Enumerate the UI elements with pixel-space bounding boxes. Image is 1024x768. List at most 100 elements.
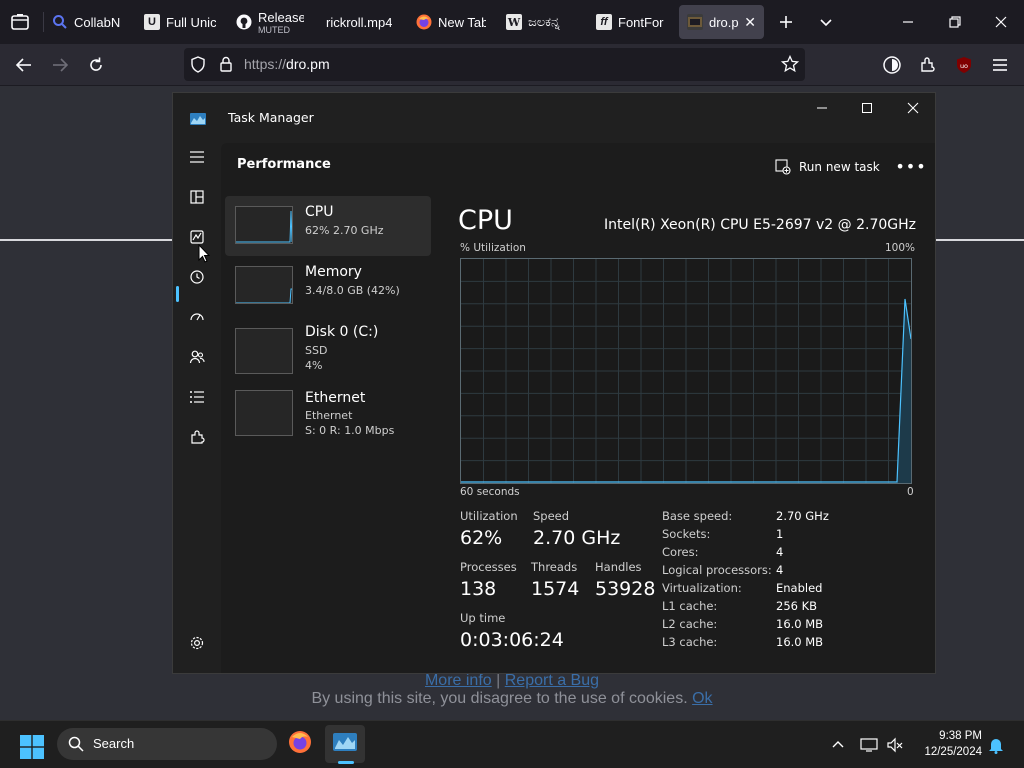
spec-label: Sockets:: [662, 527, 711, 541]
spec-value: 16.0 MB: [776, 617, 824, 631]
settings-gear-icon[interactable]: [183, 629, 211, 657]
windows-start-icon[interactable]: [20, 735, 44, 759]
search-placeholder: Search: [93, 736, 135, 751]
uptime-label: Up time: [460, 611, 506, 625]
tab-dro-active[interactable]: dro.p ✕: [679, 5, 764, 39]
extensions-icon[interactable]: [914, 52, 942, 78]
startup-apps-icon[interactable]: [183, 303, 211, 331]
memory-mini-graph: [235, 266, 293, 304]
utilization-value: 62%: [460, 527, 503, 549]
lock-icon[interactable]: [219, 56, 233, 76]
tab-wikipedia[interactable]: W ಜಲಕನ್ನ: [506, 5, 574, 39]
cpu-graph-svg: [461, 259, 912, 483]
reload-icon[interactable]: [82, 52, 110, 78]
more-info-link[interactable]: More info: [425, 672, 492, 689]
tab-release[interactable]: Release MUTED: [236, 5, 304, 39]
windows-taskbar: Search 9:38 PM 12/25/2024: [0, 720, 1024, 768]
collab-search-icon: [52, 14, 68, 30]
resource-sub: 62% 2.70 GHz: [305, 224, 384, 237]
resource-cpu[interactable]: CPU 62% 2.70 GHz: [225, 196, 431, 256]
more-options-icon[interactable]: •••: [895, 155, 925, 177]
shield-icon[interactable]: [190, 56, 206, 77]
sync-icon[interactable]: [878, 52, 906, 78]
tm-content-pane: Performance Run new task ••• CPU 62% 2.7…: [221, 143, 935, 673]
minimize-icon[interactable]: [894, 8, 922, 36]
cookie-ok-link[interactable]: Ok: [692, 690, 712, 707]
forward-icon[interactable]: [46, 52, 74, 78]
back-icon[interactable]: [10, 52, 38, 78]
firefox-icon: [288, 730, 312, 758]
ethernet-mini-graph: [235, 390, 293, 436]
report-bug-link[interactable]: Report a Bug: [505, 672, 599, 689]
url-bar[interactable]: https://dro.pm: [184, 48, 805, 81]
tm-minimize-icon[interactable]: [802, 97, 842, 119]
volume-muted-icon[interactable]: [885, 735, 905, 755]
tab-label: ಜಲಕನ್ನ: [528, 14, 560, 29]
tm-nav-rail: [173, 143, 221, 673]
system-clock[interactable]: 9:38 PM 12/25/2024: [910, 728, 982, 760]
resource-disk[interactable]: Disk 0 (C:) SSD 4%: [225, 316, 431, 380]
cpu-utilization-graph: [460, 258, 912, 484]
ublock-icon[interactable]: uo: [950, 52, 978, 78]
resource-memory[interactable]: Memory 3.4/8.0 GB (42%): [225, 256, 431, 316]
taskbar-firefox[interactable]: [280, 725, 320, 763]
task-manager-window: Task Manager Performance Run new task ••…: [172, 92, 936, 674]
tm-close-icon[interactable]: [893, 97, 933, 119]
tab-collab[interactable]: CollabN: [52, 5, 128, 39]
tray-chevron-up-icon[interactable]: [828, 735, 848, 755]
spec-value: 256 KB: [776, 599, 818, 613]
new-tab-icon[interactable]: [772, 8, 800, 36]
github-icon: [236, 14, 252, 30]
disk-mini-graph: [235, 328, 293, 374]
notification-bell-icon[interactable]: [986, 735, 1006, 755]
services-puzzle-icon[interactable]: [183, 423, 211, 451]
resource-sub: Ethernet: [305, 409, 353, 422]
tab-label: dro.p: [709, 14, 739, 30]
taskbar-search[interactable]: Search: [57, 728, 277, 760]
tab-rickroll[interactable]: rickroll.mp4: [326, 5, 402, 39]
tab-label: Full Unic: [166, 14, 216, 30]
resource-sub: SSD: [305, 344, 328, 357]
task-manager-title: Task Manager: [228, 110, 314, 125]
tab-list-icon[interactable]: [8, 11, 32, 33]
details-list-icon[interactable]: [183, 383, 211, 411]
url-text[interactable]: https://dro.pm: [244, 56, 330, 72]
task-manager-app-icon: [190, 110, 206, 129]
taskbar-task-manager[interactable]: [325, 725, 365, 763]
spec-value: 2.70 GHz: [776, 509, 829, 523]
resource-ethernet[interactable]: Ethernet Ethernet S: 0 R: 1.0 Mbps: [225, 380, 431, 444]
window-close-icon[interactable]: [987, 8, 1015, 36]
run-task-label: Run new task: [799, 160, 880, 174]
firefox-icon: [416, 14, 432, 30]
browser-tab-bar: CollabN U Full Unic Release MUTED rickrol…: [0, 0, 1024, 44]
run-new-task-button[interactable]: Run new task: [775, 156, 880, 178]
processes-label: Processes: [460, 560, 517, 574]
tab-fontforge[interactable]: ff FontFor: [596, 5, 664, 39]
hamburger-icon[interactable]: [183, 143, 211, 171]
svg-text:uo: uo: [960, 62, 968, 70]
spec-value: 16.0 MB: [776, 635, 824, 649]
tab-list-chevron-icon[interactable]: [812, 8, 840, 36]
restore-icon[interactable]: [941, 8, 969, 36]
tab-new-tab[interactable]: New Tab: [416, 5, 486, 39]
graph-y-label: % Utilization: [460, 242, 526, 254]
spec-label: Cores:: [662, 545, 699, 559]
menu-hamburger-icon[interactable]: [986, 52, 1014, 78]
spec-label: L1 cache:: [662, 599, 718, 613]
tab-label: CollabN: [74, 14, 121, 30]
users-icon[interactable]: [183, 343, 211, 371]
tab-close-icon[interactable]: ✕: [744, 14, 756, 31]
spec-label: L3 cache:: [662, 635, 718, 649]
fontforge-icon: ff: [596, 14, 612, 30]
processes-icon[interactable]: [183, 183, 211, 211]
bookmark-star-icon[interactable]: [780, 54, 800, 77]
uptime-value: 0:03:06:24: [460, 629, 564, 651]
page-footer-links: More info | Report a Bug: [0, 672, 1024, 690]
active-app-indicator: [338, 761, 354, 764]
clock-date: 12/25/2024: [924, 746, 982, 758]
tab-unicode[interactable]: U Full Unic: [144, 5, 216, 39]
tm-maximize-icon[interactable]: [847, 97, 887, 119]
page-title: Performance: [237, 157, 331, 172]
display-icon[interactable]: [859, 735, 879, 755]
search-icon: [68, 736, 84, 756]
